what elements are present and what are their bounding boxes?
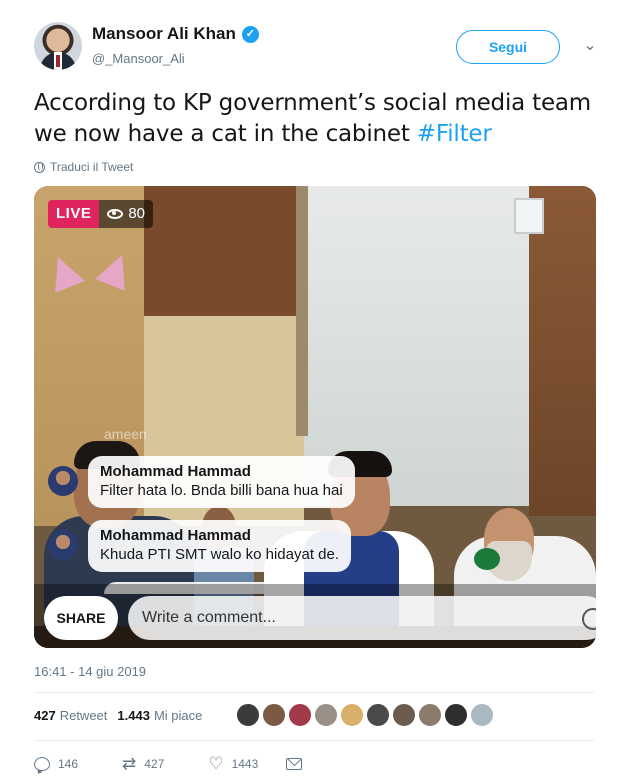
- tweet-actions: 146 ⇄ 427 ♡ 1443: [34, 752, 303, 776]
- reply-count: 146: [58, 757, 79, 771]
- comment-bubble: Mohammad Hammad Khuda PTI SMT walo ko hi…: [88, 520, 352, 572]
- liker-avatar[interactable]: [418, 703, 442, 727]
- commenter-avatar: [48, 466, 78, 496]
- liker-avatar[interactable]: [262, 703, 286, 727]
- like-count: 1443: [231, 757, 259, 771]
- live-comment: Mohammad Hammad Filter hata lo. Bnda bil…: [48, 456, 355, 508]
- retweet-count: 427: [144, 757, 165, 771]
- divider: [34, 692, 594, 693]
- envelope-icon: [286, 758, 303, 770]
- like-button[interactable]: ♡ 1443: [208, 754, 258, 774]
- translate-label: Traduci il Tweet: [50, 160, 134, 174]
- faded-comment: ameen: [104, 426, 147, 442]
- author-handle[interactable]: @_Mansoor_Ali: [92, 51, 185, 66]
- likes-label: Mi piace: [153, 708, 203, 723]
- live-badge: LIVE 80: [48, 200, 154, 228]
- liker-avatar[interactable]: [288, 703, 312, 727]
- chevron-down-icon[interactable]: ⌄: [580, 36, 600, 56]
- retweets-label: Retweet: [59, 708, 108, 723]
- tweet-header: Mansoor Ali Khan ✓ @_Mansoor_Ali Segui ⌄: [34, 22, 604, 74]
- author-name[interactable]: Mansoor Ali Khan: [92, 24, 236, 44]
- likes-count: 1.443: [117, 708, 150, 723]
- author-name-row[interactable]: Mansoor Ali Khan ✓: [92, 24, 259, 44]
- live-comment: Mohammad Hammad Khuda PTI SMT walo ko hi…: [48, 520, 352, 572]
- liker-avatar[interactable]: [236, 703, 260, 727]
- translate-link[interactable]: Traduci il Tweet: [34, 160, 133, 174]
- comment-bubble: Mohammad Hammad Filter hata lo. Bnda bil…: [88, 456, 355, 508]
- liker-avatar[interactable]: [340, 703, 364, 727]
- microphone-icon: [474, 548, 500, 570]
- commenter-avatar: [48, 530, 78, 560]
- commenter-name: Mohammad Hammad: [100, 463, 251, 480]
- engagement-stats: 427 Retweet 1.443 Mi piace: [34, 708, 202, 723]
- liker-avatar[interactable]: [366, 703, 390, 727]
- retweet-icon: ⇄: [122, 754, 137, 773]
- video-curtain: [296, 186, 308, 436]
- share-button[interactable]: SHARE: [44, 596, 118, 640]
- video-wall-right: [529, 186, 596, 516]
- reply-icon: [34, 757, 50, 771]
- retweet-button[interactable]: ⇄ 427: [122, 754, 164, 774]
- video-wood-panel: [144, 186, 304, 316]
- likes-stat[interactable]: 1.443 Mi piace: [117, 708, 202, 723]
- author-avatar[interactable]: [34, 22, 82, 70]
- liker-avatars: [236, 703, 496, 727]
- heart-icon: ♡: [208, 754, 224, 773]
- tweet-timestamp[interactable]: 16:41 - 14 giu 2019: [34, 664, 146, 679]
- verified-badge-icon: ✓: [241, 25, 259, 43]
- comment-input[interactable]: Write a comment...: [128, 596, 596, 640]
- commenter-name: Mohammad Hammad: [100, 527, 251, 544]
- liker-avatar[interactable]: [314, 703, 338, 727]
- hashtag-link[interactable]: #Filter: [417, 121, 492, 147]
- divider: [34, 740, 594, 741]
- comment-placeholder: Write a comment...: [142, 609, 276, 626]
- reply-button[interactable]: 146: [34, 757, 78, 771]
- viewer-count-badge: 80: [99, 200, 154, 228]
- live-video[interactable]: LIVE 80 ameen Mohammad Hammad Filter hat…: [34, 186, 596, 648]
- viewer-count: 80: [128, 205, 146, 222]
- comment-text: Khuda PTI SMT walo ko hidayat de.: [100, 546, 340, 563]
- follow-button[interactable]: Segui: [456, 30, 560, 64]
- retweets-stat[interactable]: 427 Retweet: [34, 708, 107, 723]
- live-label: LIVE: [48, 200, 100, 228]
- retweets-count: 427: [34, 708, 56, 723]
- liker-avatar[interactable]: [444, 703, 468, 727]
- globe-icon: [34, 161, 45, 173]
- comment-text: Filter hata lo. Bnda billi bana hua hai: [100, 482, 343, 499]
- video-window: [514, 198, 544, 234]
- avatar-tie: [56, 55, 60, 67]
- direct-message-button[interactable]: [286, 758, 303, 770]
- tweet-body: According to KP government’s social medi…: [34, 90, 592, 147]
- liker-avatar[interactable]: [392, 703, 416, 727]
- eye-icon: [107, 209, 124, 219]
- tweet-text: According to KP government’s social medi…: [34, 88, 594, 150]
- liker-avatar[interactable]: [470, 703, 494, 727]
